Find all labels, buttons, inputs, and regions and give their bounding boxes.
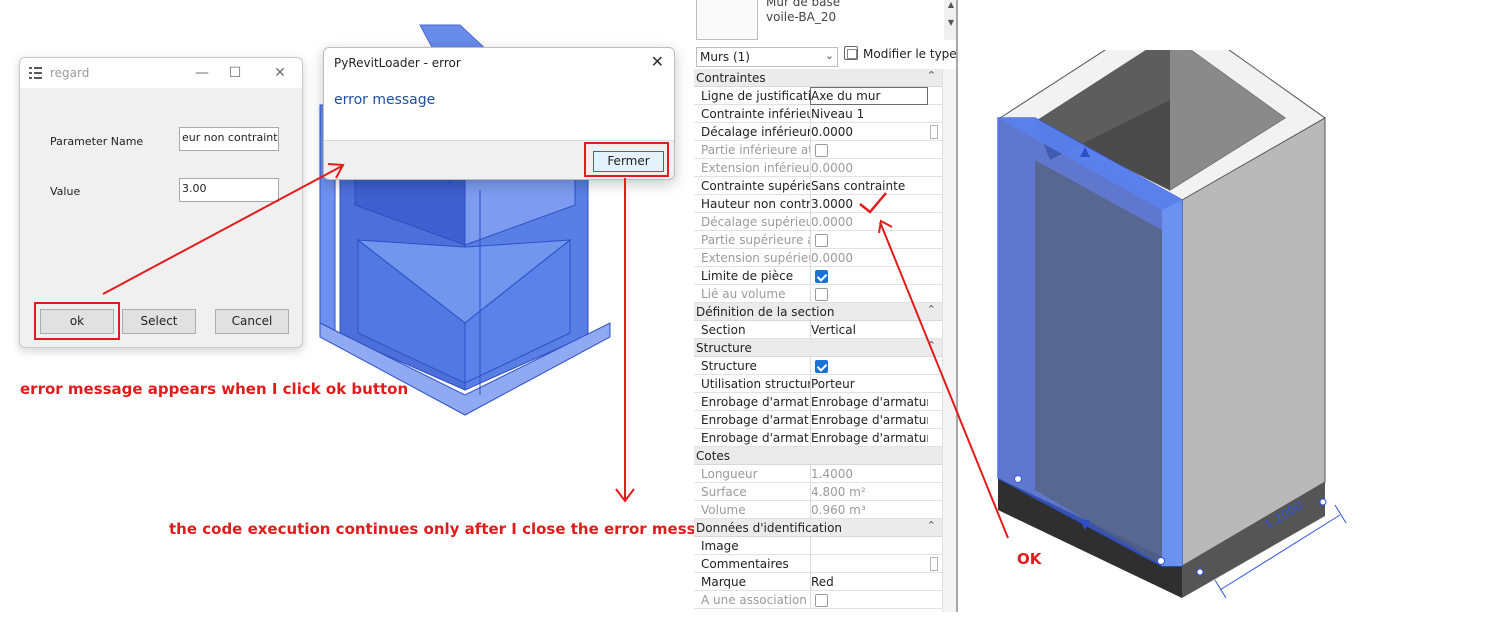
click-annotation: error message appears when I click ok bu…	[20, 380, 409, 398]
ok-annotation: OK	[1017, 550, 1042, 568]
annotation-arrows-left	[102, 163, 635, 503]
model-3d-view	[997, 50, 1347, 599]
continue-annotation: the code execution continues only after …	[169, 520, 727, 538]
